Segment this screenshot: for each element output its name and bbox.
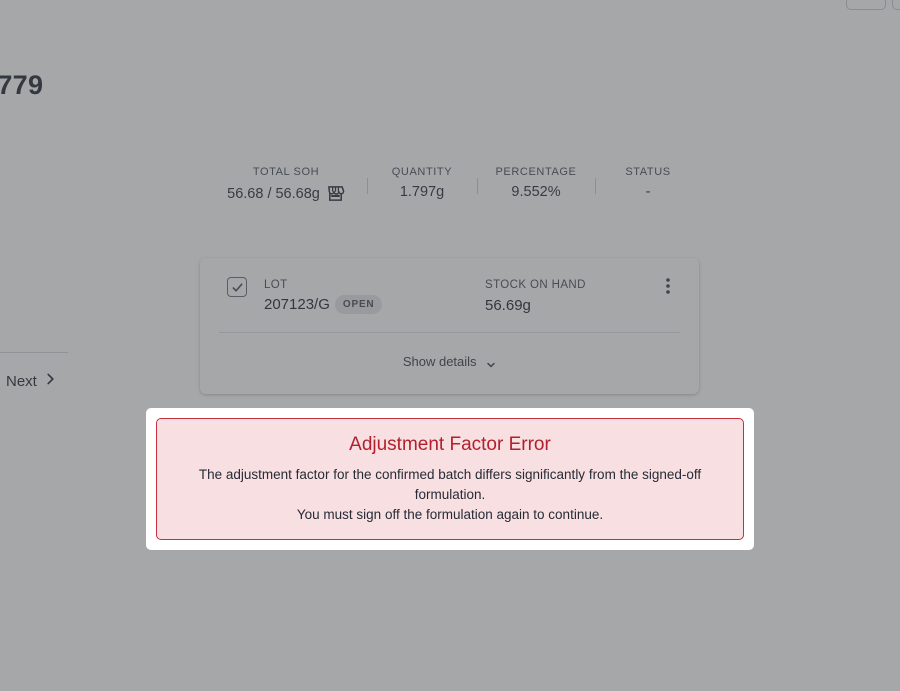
error-message-line-2: You must sign off the formulation again …	[296, 507, 604, 522]
error-message-line-1: The adjustment factor for the confirmed …	[198, 467, 702, 502]
modal-backdrop[interactable]	[0, 0, 900, 691]
error-dialog: Adjustment Factor Error The adjustment f…	[146, 408, 754, 550]
error-title: Adjustment Factor Error	[349, 434, 551, 455]
error-message: The adjustment factor for the confirmed …	[190, 465, 710, 525]
error-alert: Adjustment Factor Error The adjustment f…	[156, 418, 744, 540]
